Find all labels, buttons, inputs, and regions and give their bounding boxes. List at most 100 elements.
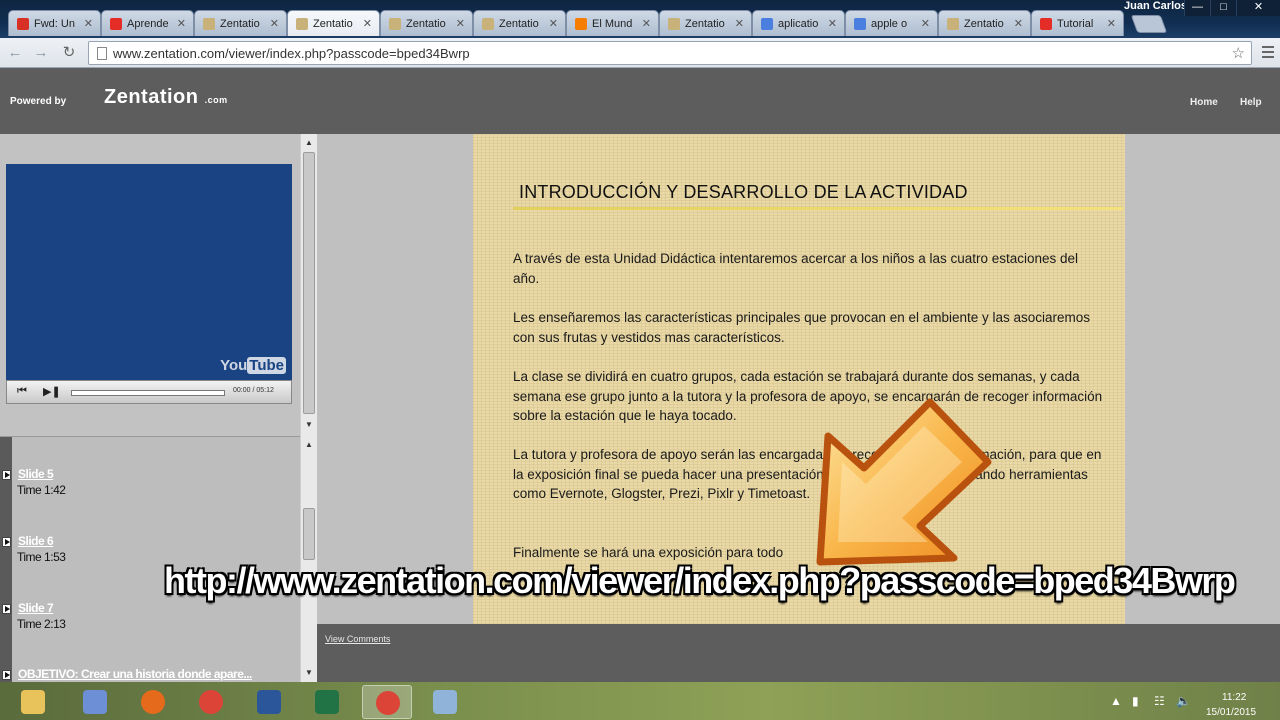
chrome-menu-icon[interactable]: [1262, 46, 1274, 58]
slide-list-scrollbar[interactable]: ▲ ▼: [300, 436, 317, 682]
browser-tab[interactable]: Zentatio ✕: [287, 10, 380, 36]
youtube-logo[interactable]: You Tube: [220, 357, 286, 374]
tab-close-icon[interactable]: ✕: [642, 17, 651, 30]
browser-tab[interactable]: apple o ✕: [845, 10, 938, 36]
tab-close-icon[interactable]: ✕: [456, 17, 465, 30]
tab-close-icon[interactable]: ✕: [84, 17, 93, 30]
scroll-up-icon[interactable]: ▲: [301, 438, 317, 452]
new-tab-button[interactable]: [1130, 15, 1168, 33]
reload-icon[interactable]: ↻: [60, 44, 78, 62]
taskbar-app[interactable]: [420, 685, 470, 719]
taskbar-app[interactable]: [362, 685, 412, 719]
back-arrow-icon[interactable]: ←: [6, 44, 24, 62]
url-text[interactable]: www.zentation.com/viewer/index.php?passc…: [113, 46, 470, 61]
tab-close-icon[interactable]: ✕: [270, 17, 279, 30]
slide-name[interactable]: OBJETIVO: Crear una historia donde apare…: [18, 667, 252, 681]
scroll-up-icon[interactable]: ▲: [301, 136, 317, 150]
clock-time[interactable]: 11:22: [1222, 692, 1246, 703]
player-controls: ⏮ ▶❚ 00:00 / 05:12: [6, 380, 292, 404]
view-comments-link[interactable]: View Comments: [325, 634, 390, 644]
taskbar-app[interactable]: [302, 685, 352, 719]
scroll-down-icon[interactable]: ▼: [301, 666, 317, 680]
video-panel: You Tube ⏮ ▶❚ 00:00 / 05:12: [0, 134, 300, 436]
network-tray-icon[interactable]: ☷: [1154, 694, 1165, 708]
zentation-logo[interactable]: Zentation .com: [104, 86, 228, 109]
volume-icon[interactable]: 🔈: [1176, 694, 1191, 708]
browser-tab[interactable]: Aprende ✕: [101, 10, 194, 36]
slide-list: Slide 5 Time 1:42 Slide 6 Time 1:53 Slid…: [0, 436, 300, 682]
tab-close-icon[interactable]: ✕: [1107, 17, 1116, 30]
title-underline: [513, 207, 1123, 210]
play-slide-icon[interactable]: [2, 604, 11, 614]
tab-close-icon[interactable]: ✕: [828, 17, 837, 30]
play-pause-icon[interactable]: ▶❚: [43, 385, 61, 398]
tab-close-icon[interactable]: ✕: [549, 17, 558, 30]
blogger-icon: [575, 17, 587, 30]
tab-label: Tutorial: [1057, 17, 1094, 30]
address-bar[interactable]: www.zentation.com/viewer/index.php?passc…: [88, 41, 1252, 65]
battery-icon[interactable]: ▮: [1132, 694, 1139, 708]
video-progress-bar[interactable]: [71, 390, 225, 396]
browser-tab[interactable]: Zentatio ✕: [938, 10, 1031, 36]
nav-home-link[interactable]: Home: [1190, 97, 1218, 108]
show-hidden-icons-icon[interactable]: ▲: [1110, 694, 1122, 708]
tab-label: apple o: [871, 17, 908, 30]
youtube-player[interactable]: You Tube: [6, 164, 292, 380]
browser-tab[interactable]: Zentatio ✕: [380, 10, 473, 36]
tab-label: El Mund: [592, 17, 633, 30]
overlay-url-caption: http://www.zentation.com/viewer/index.ph…: [164, 560, 1236, 601]
tab-close-icon[interactable]: ✕: [363, 17, 372, 30]
video-time: 00:00 / 05:12: [233, 387, 274, 394]
network-icon: [83, 690, 107, 714]
zentation-icon: [668, 17, 680, 30]
minimize-button[interactable]: —: [1184, 0, 1210, 16]
chrome-icon: [376, 691, 400, 715]
forward-arrow-icon[interactable]: →: [32, 44, 50, 62]
browser-tab[interactable]: El Mund ✕: [566, 10, 659, 36]
taskbar-app[interactable]: [186, 685, 236, 719]
site-header: Powered by Zentation .com Home Help: [0, 68, 1280, 134]
slide-time: Time 1:42: [17, 483, 66, 497]
tab-label: Fwd: Un: [34, 17, 75, 30]
browser-tab[interactable]: Zentatio ✕: [659, 10, 752, 36]
taskbar-app[interactable]: [8, 685, 58, 719]
tab-close-icon[interactable]: ✕: [735, 17, 744, 30]
nav-help-link[interactable]: Help: [1240, 97, 1262, 108]
bookmark-star-icon[interactable]: ☆: [1232, 44, 1245, 62]
tab-close-icon[interactable]: ✕: [177, 17, 186, 30]
slide-list-item[interactable]: Slide 7 Time 2:13: [0, 601, 300, 641]
video-panel-scrollbar[interactable]: ▲ ▼: [300, 134, 317, 436]
tab-label: Zentatio: [313, 17, 353, 30]
taskbar-app[interactable]: [70, 685, 120, 719]
browser-tab[interactable]: Fwd: Un ✕: [8, 10, 101, 36]
powered-by-label: Powered by: [10, 96, 67, 107]
play-slide-icon[interactable]: [2, 670, 11, 680]
slide-name[interactable]: Slide 7: [18, 601, 54, 615]
play-slide-icon[interactable]: [2, 470, 11, 480]
browser-tab[interactable]: aplicatio ✕: [752, 10, 845, 36]
play-slide-icon[interactable]: [2, 537, 11, 547]
zentation-icon: [296, 17, 308, 30]
taskbar-app[interactable]: [244, 685, 294, 719]
browser-user-name[interactable]: Juan Carlos: [1124, 0, 1187, 12]
youtube-icon: [1040, 17, 1052, 30]
slide-list-item[interactable]: Slide 5 Time 1:42: [0, 467, 300, 507]
browser-tab[interactable]: Zentatio ✕: [473, 10, 566, 36]
tab-close-icon[interactable]: ✕: [921, 17, 930, 30]
scroll-down-icon[interactable]: ▼: [301, 418, 317, 432]
close-window-button[interactable]: ✕: [1236, 0, 1280, 16]
slide-list-item[interactable]: OBJETIVO: Crear una historia donde apare…: [0, 667, 300, 682]
gmail-icon: [17, 17, 29, 30]
browser-tab[interactable]: Zentatio ✕: [194, 10, 287, 36]
browser-tab[interactable]: Tutorial ✕: [1031, 10, 1124, 36]
tab-strip: Fwd: Un ✕ Aprende ✕ Zentatio ✕ Zentatio ✕ Zentat…: [8, 10, 1168, 38]
tab-close-icon[interactable]: ✕: [1014, 17, 1023, 30]
scroll-thumb[interactable]: [303, 508, 315, 560]
slide-name[interactable]: Slide 6: [18, 534, 54, 548]
maximize-button[interactable]: □: [1210, 0, 1236, 16]
previous-icon[interactable]: ⏮: [17, 385, 27, 398]
taskbar-app[interactable]: [128, 685, 178, 719]
clock-date[interactable]: 15/01/2015: [1206, 707, 1256, 718]
scroll-thumb[interactable]: [303, 152, 315, 414]
slide-name[interactable]: Slide 5: [18, 467, 54, 481]
